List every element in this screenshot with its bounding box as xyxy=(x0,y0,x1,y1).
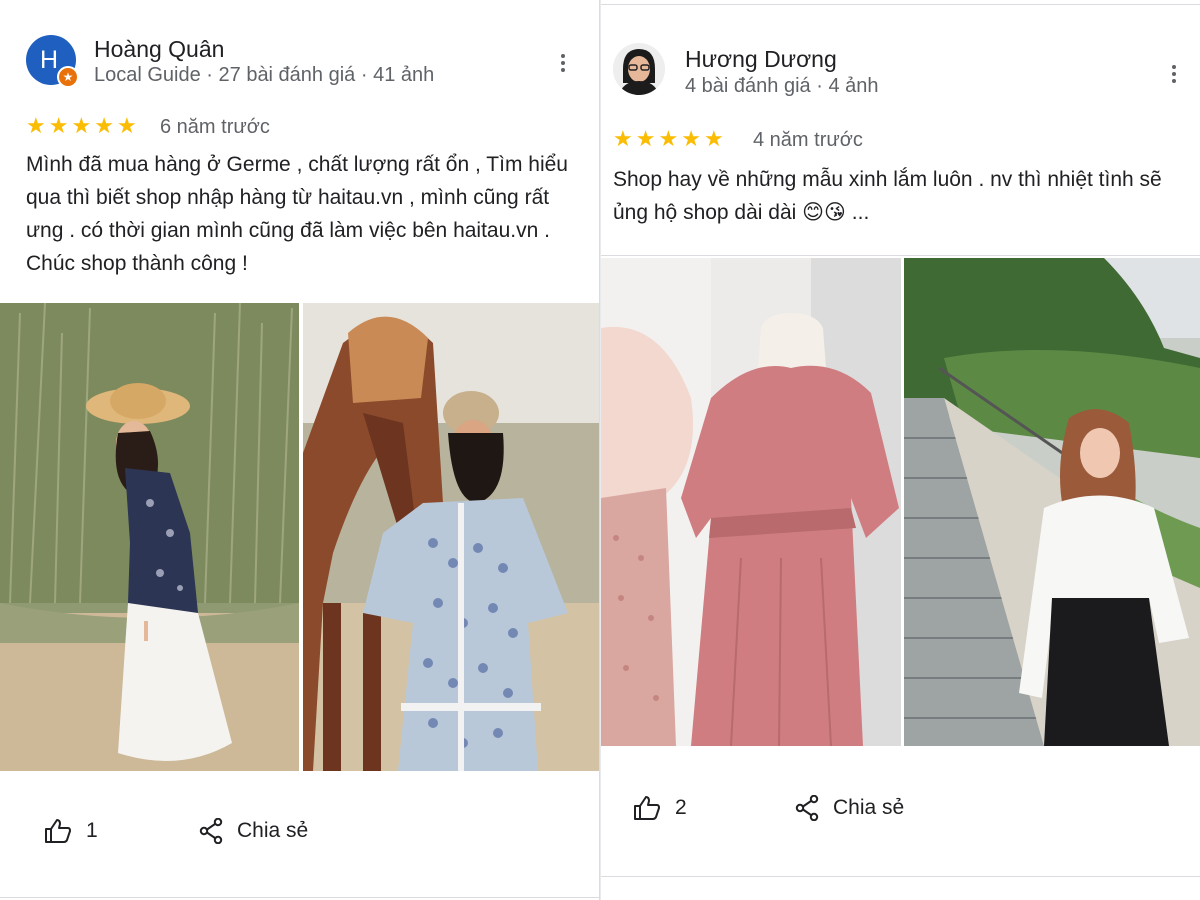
share-icon xyxy=(795,795,819,821)
star-icon: ★ xyxy=(613,126,633,151)
avatar[interactable] xyxy=(613,43,665,95)
divider xyxy=(601,4,1200,5)
more-options-icon[interactable] xyxy=(1164,61,1184,87)
star-icon: ★ xyxy=(681,126,701,151)
review-time: 6 năm trước xyxy=(160,116,270,138)
reviewer-name[interactable]: Hương Dương xyxy=(685,46,837,73)
review-time: 4 năm trước xyxy=(753,129,863,151)
avatar[interactable]: H ★ xyxy=(26,35,79,88)
divider xyxy=(601,876,1200,877)
photo-woman-stairs-garden xyxy=(904,258,1200,746)
reviewer-meta: 4 bài đánh giá · 4 ảnh xyxy=(685,75,879,97)
like-count: 2 xyxy=(675,796,687,819)
photo-woman-with-horse xyxy=(303,303,599,771)
like-button[interactable]: 1 xyxy=(44,818,98,844)
star-rating: ★ ★ ★ ★ ★ xyxy=(613,128,727,151)
divider xyxy=(0,897,599,898)
star-rating: ★ ★ ★ ★ ★ xyxy=(26,115,140,138)
star-icon: ★ xyxy=(635,126,656,151)
thumbs-up-icon xyxy=(45,819,71,843)
review-card: H ★ Hoàng Quân Local Guide · 27 bài đánh… xyxy=(0,0,600,900)
star-icon: ★ xyxy=(94,113,114,138)
star-icon: ★ xyxy=(703,126,724,151)
review-photo[interactable] xyxy=(303,303,599,771)
review-photo[interactable] xyxy=(904,258,1200,746)
share-label: Chia sẻ xyxy=(833,796,905,819)
divider xyxy=(601,255,1200,256)
star-icon: ★ xyxy=(116,113,137,138)
avatar-photo-icon xyxy=(613,43,665,95)
reviewer-name[interactable]: Hoàng Quân xyxy=(94,36,224,63)
review-text: Shop hay về những mẫu xinh lắm luôn . nv… xyxy=(613,168,1162,224)
star-icon: ★ xyxy=(71,113,92,138)
share-label: Chia sẻ xyxy=(237,819,309,842)
star-icon: ★ xyxy=(48,113,69,138)
share-icon xyxy=(199,818,223,844)
star-icon: ★ xyxy=(658,126,679,151)
local-guide-badge-icon: ★ xyxy=(57,66,79,88)
star-icon: ★ xyxy=(26,113,46,138)
share-button[interactable]: Chia sẻ xyxy=(795,795,904,821)
review-text: Mình đã mua hàng ở Germe , chất lượng rấ… xyxy=(26,153,568,275)
share-button[interactable]: Chia sẻ xyxy=(199,818,308,844)
review-photo[interactable] xyxy=(0,303,299,771)
like-count: 1 xyxy=(86,819,98,842)
like-button[interactable]: 2 xyxy=(633,795,687,821)
photo-pink-dress-mannequin xyxy=(601,258,901,746)
thumbs-up-icon xyxy=(634,796,660,820)
more-options-icon[interactable] xyxy=(553,50,573,76)
review-photo[interactable] xyxy=(601,258,901,746)
photo-woman-hat-grass xyxy=(0,303,299,771)
reviewer-meta: Local Guide · 27 bài đánh giá · 41 ảnh xyxy=(94,64,435,86)
avatar-letter: H xyxy=(40,46,59,74)
review-card: Hương Dương 4 bài đánh giá · 4 ảnh ★ ★ ★ ★ ★… xyxy=(601,0,1200,900)
